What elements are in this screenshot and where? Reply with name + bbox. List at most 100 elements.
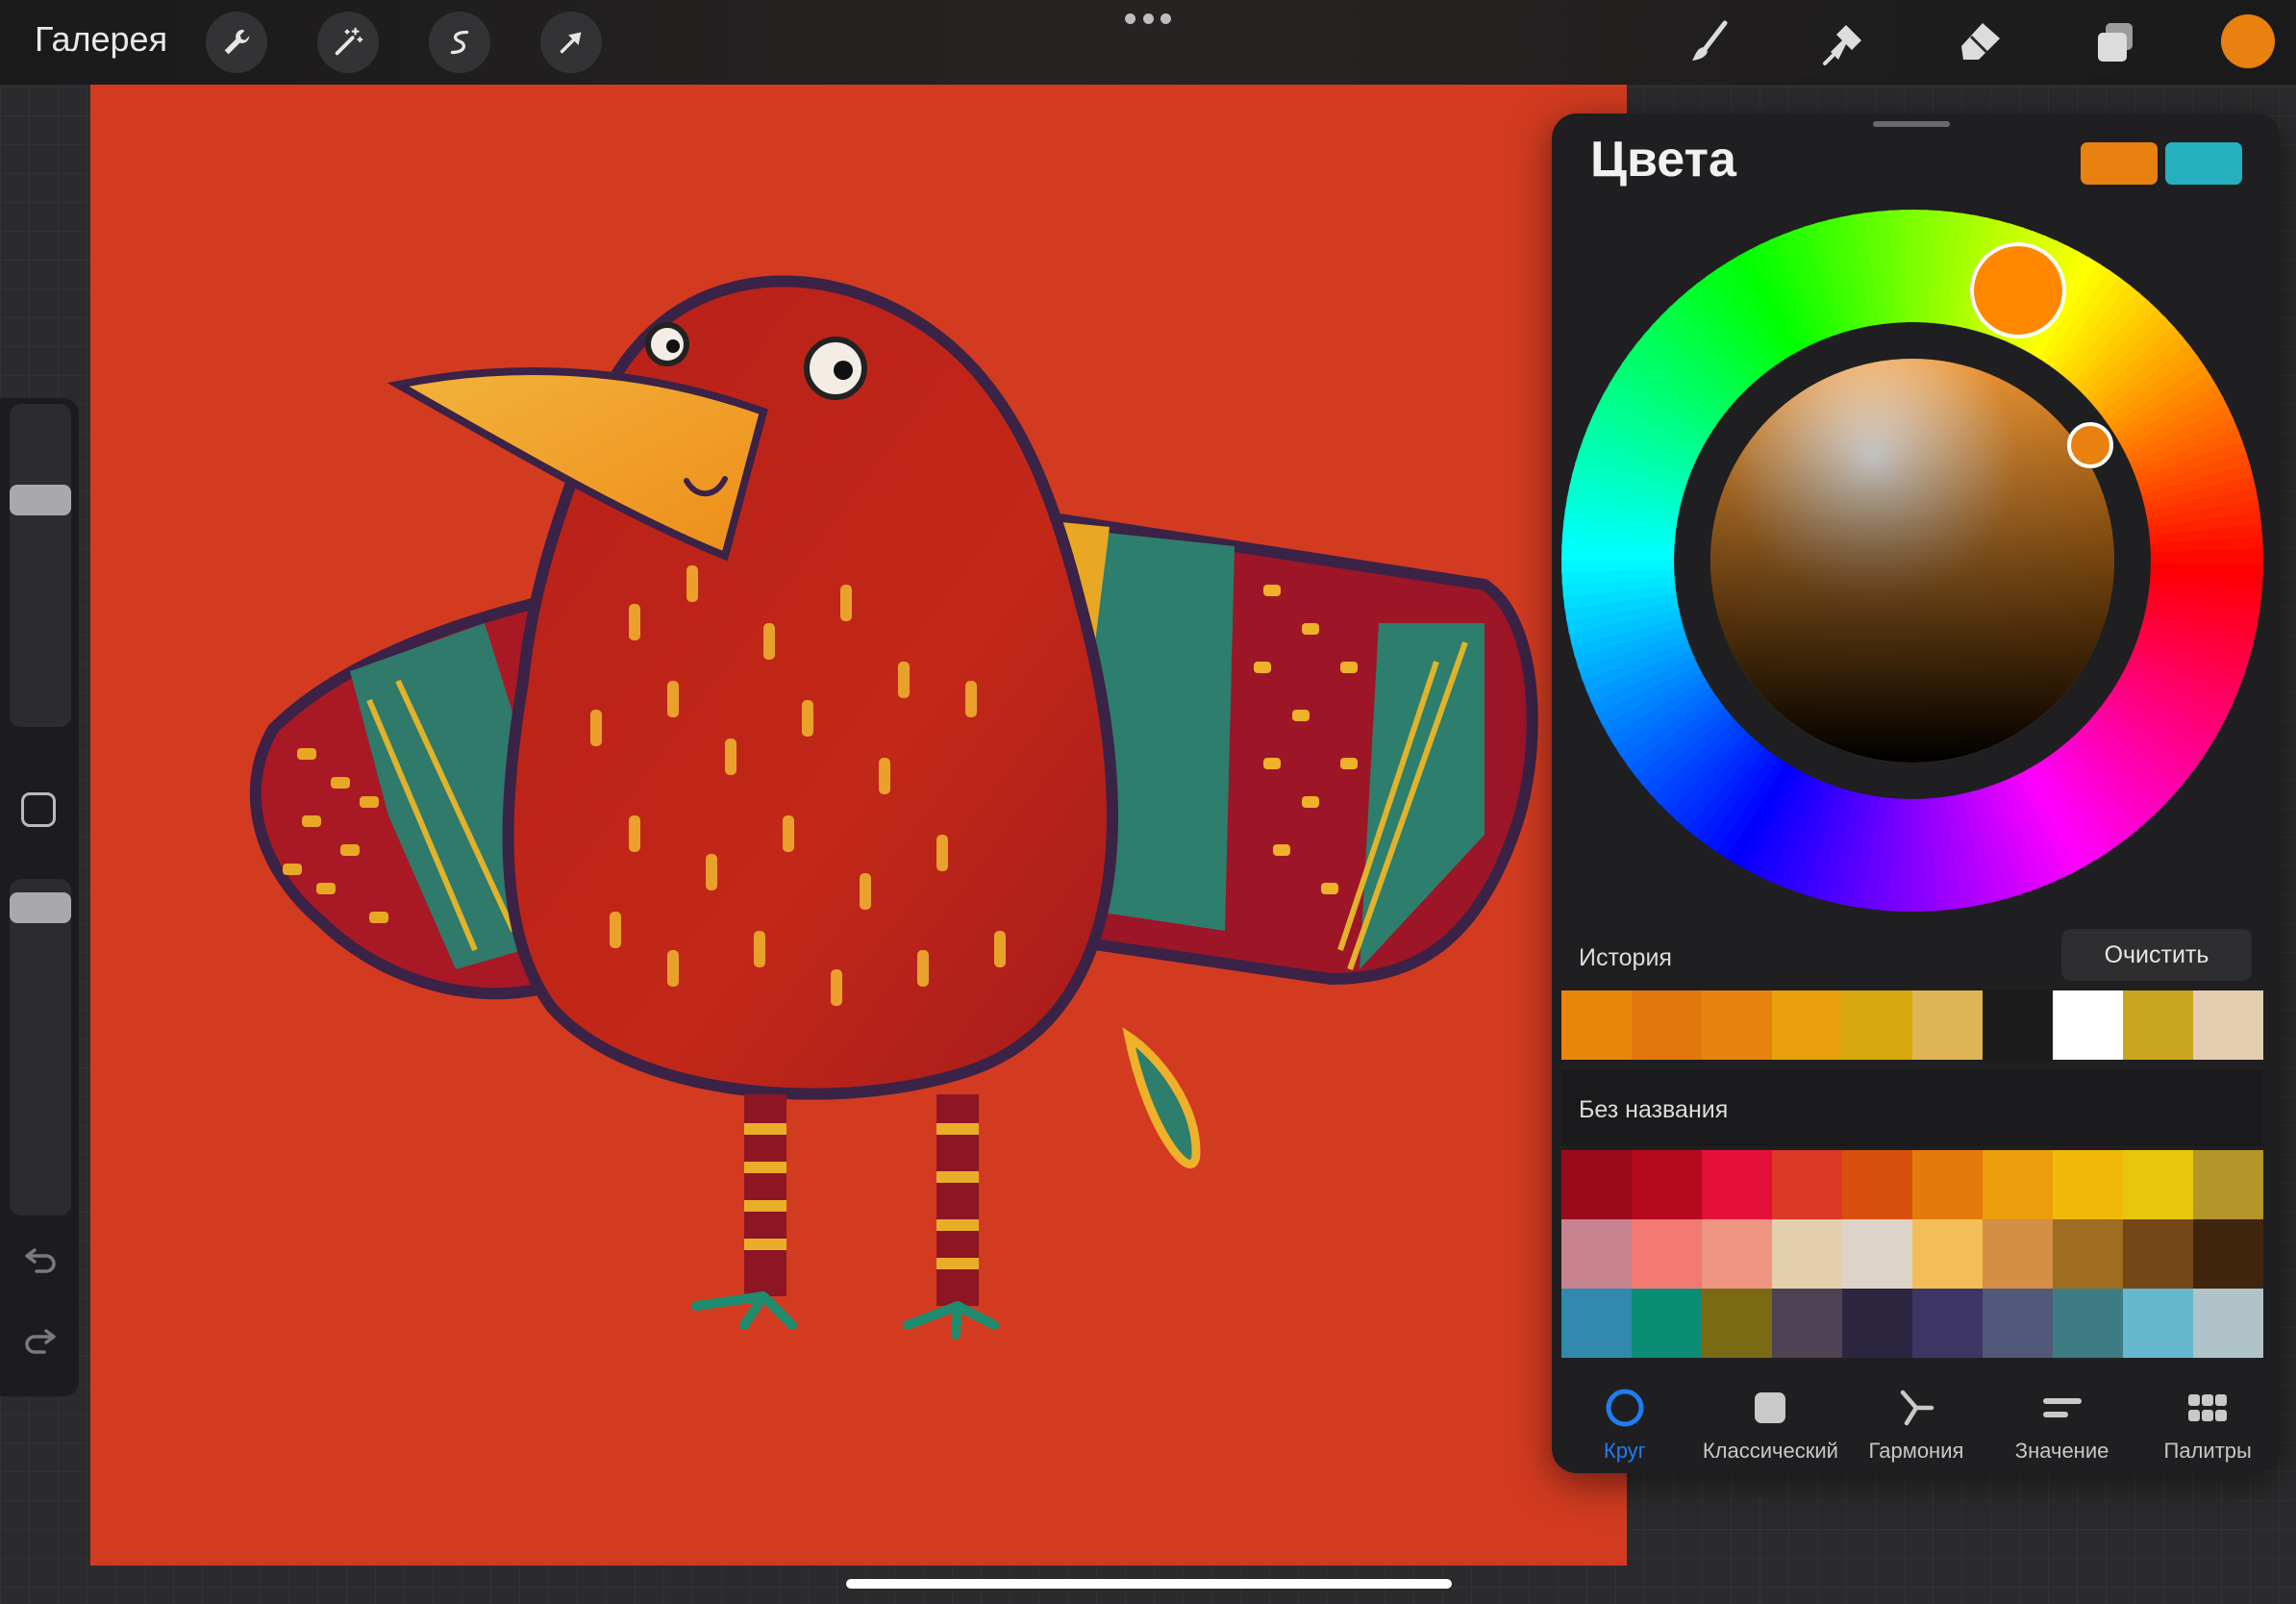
palette-swatch[interactable] — [2193, 1219, 2263, 1289]
eraser-icon — [1961, 23, 2000, 60]
layers-tool[interactable] — [2086, 13, 2144, 71]
brush-icon — [1692, 20, 1728, 61]
gallery-button[interactable]: Галерея — [35, 19, 167, 60]
brush-size-slider[interactable] — [10, 404, 71, 727]
undo-button[interactable] — [19, 1237, 62, 1279]
brush-tool[interactable] — [1681, 13, 1738, 71]
tab-harmony[interactable]: Гармония — [1843, 1364, 1989, 1473]
history-swatch[interactable] — [1842, 990, 1912, 1060]
sliders-icon — [2042, 1398, 2082, 1417]
history-swatch[interactable] — [1632, 990, 1702, 1060]
secondary-color-swatch[interactable] — [2165, 142, 2242, 185]
circle-icon — [1606, 1389, 1644, 1427]
palette-swatch[interactable] — [1983, 1289, 2053, 1358]
undo-icon — [25, 1248, 56, 1273]
saturation-knob[interactable] — [2067, 422, 2113, 468]
palette-swatch[interactable] — [1912, 1150, 1983, 1219]
palette-swatch[interactable] — [1632, 1289, 1702, 1358]
tab-label: Круг — [1603, 1439, 1646, 1463]
tab-palettes[interactable]: Палитры — [2134, 1364, 2281, 1473]
panel-title: Цвета — [1590, 132, 1736, 188]
palette-swatches — [1561, 1150, 2263, 1358]
palette-swatch[interactable] — [1561, 1289, 1632, 1358]
palette-swatch[interactable] — [2193, 1150, 2263, 1219]
tab-label: Палитры — [2163, 1439, 2252, 1463]
palette-swatch[interactable] — [1632, 1219, 1702, 1289]
palette-swatch[interactable] — [1912, 1289, 1983, 1358]
left-sidebar — [0, 398, 79, 1396]
palette-swatch[interactable] — [1561, 1219, 1632, 1289]
palette-swatch[interactable] — [2123, 1150, 2193, 1219]
history-swatch[interactable] — [1561, 990, 1632, 1060]
redo-icon — [25, 1329, 56, 1354]
smudge-tool[interactable] — [1815, 13, 1873, 71]
palette-swatch[interactable] — [1912, 1219, 1983, 1289]
palette-swatch[interactable] — [1983, 1219, 2053, 1289]
palette-swatch[interactable] — [1772, 1289, 1842, 1358]
palette-swatch[interactable] — [1842, 1219, 1912, 1289]
smudge-icon — [1823, 25, 1861, 65]
history-swatch[interactable] — [1983, 990, 2053, 1060]
adjustments-button[interactable] — [317, 12, 379, 73]
modify-button-square-icon[interactable] — [21, 792, 56, 827]
saturation-brightness-disc[interactable] — [1710, 359, 2114, 763]
redo-button[interactable] — [19, 1321, 62, 1364]
brush-size-thumb[interactable] — [10, 485, 71, 515]
history-swatch[interactable] — [1772, 990, 1842, 1060]
history-swatch[interactable] — [1702, 990, 1772, 1060]
palette-swatch[interactable] — [1702, 1289, 1772, 1358]
history-label: История — [1579, 944, 1672, 971]
palette-swatch[interactable] — [2053, 1289, 2123, 1358]
color-disc[interactable] — [1561, 210, 2263, 912]
palette-swatch[interactable] — [2193, 1289, 2263, 1358]
magic-wand-icon — [335, 27, 363, 56]
current-color-button[interactable] — [2221, 14, 2275, 68]
tab-label: Значение — [2014, 1439, 2109, 1463]
history-swatches — [1561, 990, 2263, 1060]
palette-name-label: Без названия — [1579, 1096, 1729, 1123]
clear-history-button[interactable]: Очистить — [2061, 929, 2252, 981]
more-options-ellipsis-icon[interactable] — [1125, 13, 1171, 29]
colors-panel: Цвета История Очистить Без названия Круг… — [1552, 113, 2281, 1473]
history-swatch[interactable] — [2193, 990, 2263, 1060]
harmony-icon — [1900, 1390, 1934, 1426]
palette-swatch[interactable] — [2053, 1219, 2123, 1289]
history-swatch[interactable] — [1912, 990, 1983, 1060]
tab-label: Классический — [1702, 1439, 1838, 1463]
palette-swatch[interactable] — [1632, 1150, 1702, 1219]
primary-color-swatch[interactable] — [2081, 142, 2158, 185]
palette-swatch[interactable] — [2053, 1150, 2123, 1219]
palette-swatch[interactable] — [1983, 1150, 2053, 1219]
tab-value[interactable]: Значение — [1989, 1364, 2135, 1473]
palette-swatch[interactable] — [1842, 1150, 1912, 1219]
hue-knob[interactable] — [1970, 242, 2066, 338]
palette-swatch[interactable] — [1702, 1150, 1772, 1219]
selection-button[interactable] — [429, 12, 490, 73]
tab-label: Гармония — [1868, 1439, 1964, 1463]
top-toolbar: Галерея — [0, 0, 2296, 85]
transform-button[interactable] — [540, 12, 602, 73]
eraser-tool[interactable] — [1952, 13, 2009, 71]
palette-swatch[interactable] — [2123, 1219, 2193, 1289]
palette-swatch[interactable] — [1842, 1289, 1912, 1358]
opacity-slider[interactable] — [10, 879, 71, 1216]
palette-swatch[interactable] — [2123, 1289, 2193, 1358]
history-swatch[interactable] — [2053, 990, 2123, 1060]
transform-arrow-icon — [560, 32, 582, 54]
palette-swatch[interactable] — [1702, 1219, 1772, 1289]
grid-icon — [2188, 1394, 2228, 1421]
color-mode-tabs: Круг Классический Гармония Значение Пали… — [1552, 1364, 2281, 1473]
layers-icon — [2098, 23, 2133, 62]
drawing-canvas[interactable] — [90, 85, 1627, 1566]
history-swatch[interactable] — [2123, 990, 2193, 1060]
panel-grabber[interactable] — [1873, 121, 1950, 127]
tab-disc[interactable]: Круг — [1552, 1364, 1698, 1473]
home-indicator[interactable] — [846, 1579, 1452, 1589]
opacity-thumb[interactable] — [10, 892, 71, 923]
wrench-icon — [224, 29, 250, 55]
actions-button[interactable] — [206, 12, 267, 73]
tab-classic[interactable]: Классический — [1698, 1364, 1844, 1473]
palette-swatch[interactable] — [1772, 1219, 1842, 1289]
palette-swatch[interactable] — [1772, 1150, 1842, 1219]
palette-swatch[interactable] — [1561, 1150, 1632, 1219]
